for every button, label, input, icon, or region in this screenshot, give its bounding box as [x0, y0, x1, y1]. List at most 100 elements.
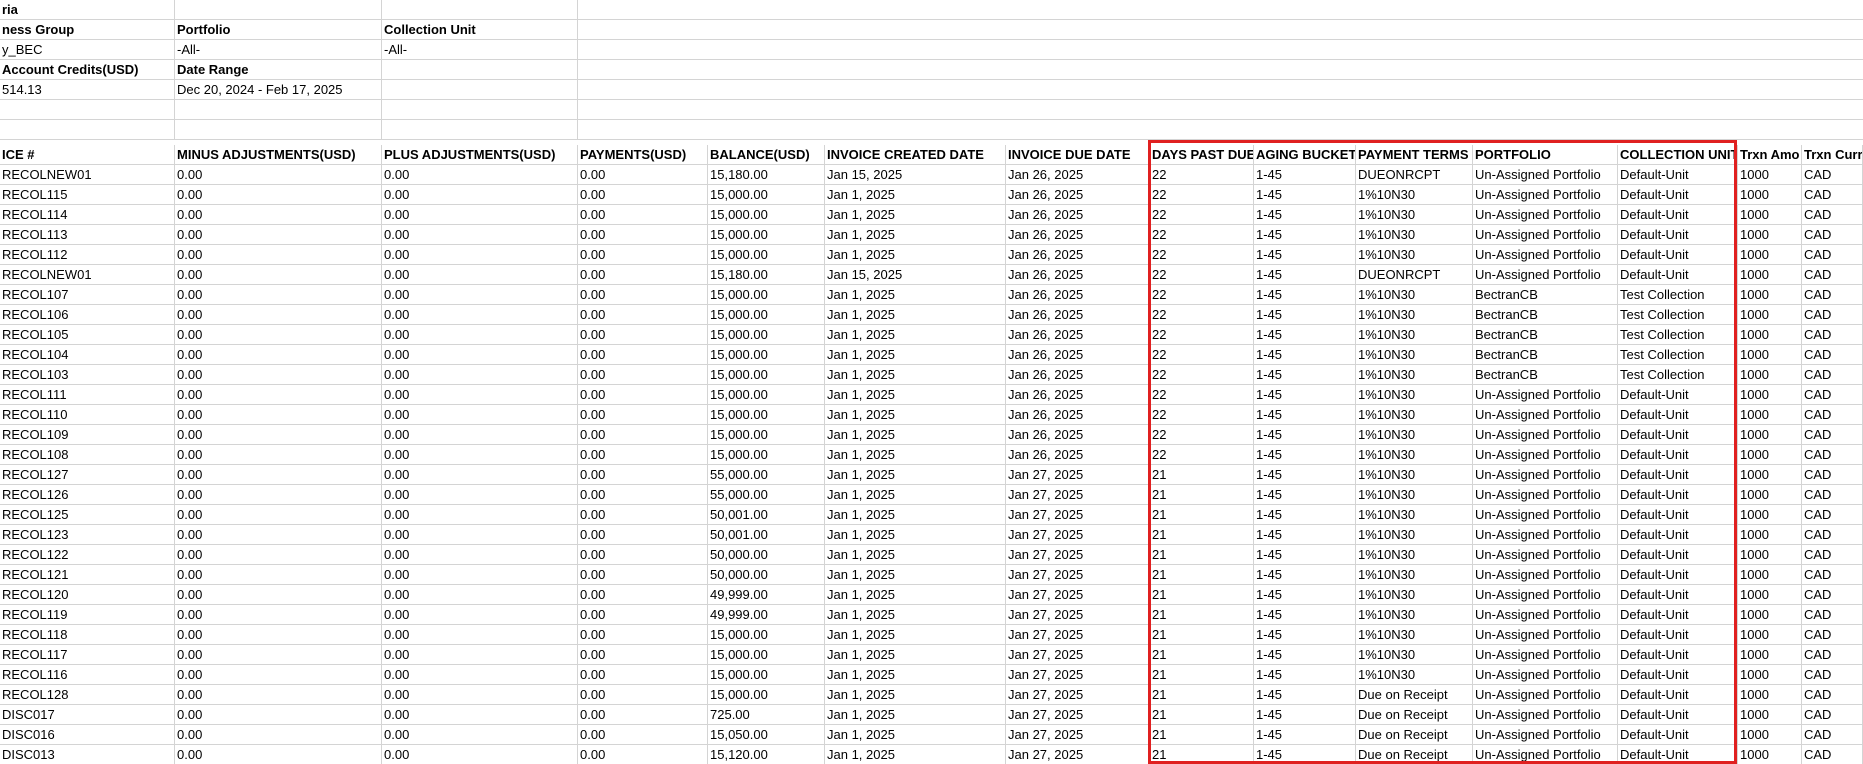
cell-collection-unit[interactable]: Default-Unit	[1618, 725, 1738, 744]
cell-invoice-due-date[interactable]: Jan 27, 2025	[1006, 485, 1150, 504]
cell-minus-adjustments[interactable]: 0.00	[175, 605, 382, 624]
cell-invoice-created-date[interactable]: Jan 1, 2025	[825, 585, 1006, 604]
cell-minus-adjustments[interactable]: 0.00	[175, 305, 382, 324]
cell-days-past-due[interactable]: 21	[1150, 585, 1254, 604]
cell-aging-bucket[interactable]: 1-45	[1254, 305, 1356, 324]
cell-trxn-amount[interactable]: 1000	[1738, 185, 1802, 204]
cell-trxn-amount[interactable]: 1000	[1738, 585, 1802, 604]
cell-plus-adjustments[interactable]: 0.00	[382, 445, 578, 464]
cell-minus-adjustments[interactable]: 0.00	[175, 265, 382, 284]
cell-invoice-number[interactable]: DISC016	[0, 725, 175, 744]
cell-days-past-due[interactable]: 21	[1150, 665, 1254, 684]
cell-invoice-number[interactable]: DISC017	[0, 705, 175, 724]
cell-days-past-due[interactable]: 21	[1150, 505, 1254, 524]
cell-portfolio[interactable]: Un-Assigned Portfolio	[1473, 485, 1618, 504]
cell-plus-adjustments[interactable]: 0.00	[382, 645, 578, 664]
cell-portfolio[interactable]: Un-Assigned Portfolio	[1473, 225, 1618, 244]
cell-invoice-created-date[interactable]: Jan 1, 2025	[825, 625, 1006, 644]
cell-trxn-amount[interactable]: 1000	[1738, 645, 1802, 664]
cell-portfolio[interactable]: Un-Assigned Portfolio	[1473, 265, 1618, 284]
cell-collection-unit[interactable]: Test Collection	[1618, 325, 1738, 344]
cell-minus-adjustments[interactable]: 0.00	[175, 505, 382, 524]
cell-collection-unit[interactable]: Default-Unit	[1618, 245, 1738, 264]
cell-collection-unit[interactable]: Default-Unit	[1618, 685, 1738, 704]
cell-trxn-amount[interactable]: 1000	[1738, 265, 1802, 284]
empty-cell[interactable]	[175, 120, 382, 139]
cell-aging-bucket[interactable]: 1-45	[1254, 745, 1356, 764]
cell-trxn-amount[interactable]: 1000	[1738, 465, 1802, 484]
cell-invoice-due-date[interactable]: Jan 26, 2025	[1006, 285, 1150, 304]
cell-portfolio[interactable]: Un-Assigned Portfolio	[1473, 165, 1618, 184]
cell-plus-adjustments[interactable]: 0.00	[382, 225, 578, 244]
cell-days-past-due[interactable]: 22	[1150, 385, 1254, 404]
cell-payments[interactable]: 0.00	[578, 645, 708, 664]
cell-invoice-number[interactable]: RECOL117	[0, 645, 175, 664]
cell-portfolio[interactable]: Un-Assigned Portfolio	[1473, 745, 1618, 764]
cell-trxn-amount[interactable]: 1000	[1738, 605, 1802, 624]
cell-payment-terms[interactable]: 1%10N30	[1356, 365, 1473, 384]
cell-days-past-due[interactable]: 22	[1150, 405, 1254, 424]
cell-invoice-number[interactable]: RECOLNEW01	[0, 165, 175, 184]
cell-payments[interactable]: 0.00	[578, 305, 708, 324]
cell-trxn-amount[interactable]: 1000	[1738, 625, 1802, 644]
cell-trxn-currency[interactable]: CAD	[1802, 345, 1863, 364]
cell-minus-adjustments[interactable]: 0.00	[175, 385, 382, 404]
empty-cell[interactable]	[578, 80, 1863, 99]
cell-invoice-due-date[interactable]: Jan 26, 2025	[1006, 225, 1150, 244]
cell-collection-unit[interactable]: Default-Unit	[1618, 525, 1738, 544]
cell-balance[interactable]: 55,000.00	[708, 465, 825, 484]
cell-trxn-amount[interactable]: 1000	[1738, 165, 1802, 184]
cell-aging-bucket[interactable]: 1-45	[1254, 245, 1356, 264]
cell-payments[interactable]: 0.00	[578, 385, 708, 404]
cell-days-past-due[interactable]: 22	[1150, 305, 1254, 324]
cell-plus-adjustments[interactable]: 0.00	[382, 545, 578, 564]
cell-plus-adjustments[interactable]: 0.00	[382, 425, 578, 444]
cell-invoice-number[interactable]: RECOL128	[0, 685, 175, 704]
cell-portfolio[interactable]: Un-Assigned Portfolio	[1473, 185, 1618, 204]
cell-aging-bucket[interactable]: 1-45	[1254, 325, 1356, 344]
cell-portfolio[interactable]: BectranCB	[1473, 365, 1618, 384]
cell-collection-unit[interactable]: Default-Unit	[1618, 605, 1738, 624]
empty-cell[interactable]	[382, 80, 578, 99]
cell-collection-unit[interactable]: Default-Unit	[1618, 205, 1738, 224]
cell-plus-adjustments[interactable]: 0.00	[382, 665, 578, 684]
cell-minus-adjustments[interactable]: 0.00	[175, 365, 382, 384]
cell-aging-bucket[interactable]: 1-45	[1254, 425, 1356, 444]
cell-balance[interactable]: 15,000.00	[708, 425, 825, 444]
cell-invoice-number[interactable]: RECOLNEW01	[0, 265, 175, 284]
cell-minus-adjustments[interactable]: 0.00	[175, 485, 382, 504]
cell-payments[interactable]: 0.00	[578, 325, 708, 344]
cell-plus-adjustments[interactable]: 0.00	[382, 245, 578, 264]
cell-trxn-currency[interactable]: CAD	[1802, 385, 1863, 404]
cell-invoice-due-date[interactable]: Jan 27, 2025	[1006, 585, 1150, 604]
cell-days-past-due[interactable]: 22	[1150, 325, 1254, 344]
cell-invoice-number[interactable]: RECOL116	[0, 665, 175, 684]
cell-minus-adjustments[interactable]: 0.00	[175, 225, 382, 244]
cell-minus-adjustments[interactable]: 0.00	[175, 545, 382, 564]
cell-days-past-due[interactable]: 21	[1150, 485, 1254, 504]
cell-payment-terms[interactable]: Due on Receipt	[1356, 725, 1473, 744]
cell-plus-adjustments[interactable]: 0.00	[382, 625, 578, 644]
cell-invoice-number[interactable]: DISC013	[0, 745, 175, 764]
cell-balance[interactable]: 15,000.00	[708, 625, 825, 644]
cell-payments[interactable]: 0.00	[578, 585, 708, 604]
cell-trxn-currency[interactable]: CAD	[1802, 365, 1863, 384]
cell-days-past-due[interactable]: 21	[1150, 545, 1254, 564]
cell-minus-adjustments[interactable]: 0.00	[175, 345, 382, 364]
cell-trxn-currency[interactable]: CAD	[1802, 745, 1863, 764]
cell-invoice-number[interactable]: RECOL113	[0, 225, 175, 244]
empty-cell[interactable]	[578, 100, 1863, 119]
cell-invoice-created-date[interactable]: Jan 1, 2025	[825, 325, 1006, 344]
cell-portfolio[interactable]: Un-Assigned Portfolio	[1473, 725, 1618, 744]
cell-minus-adjustments[interactable]: 0.00	[175, 585, 382, 604]
cell-plus-adjustments[interactable]: 0.00	[382, 185, 578, 204]
cell-portfolio[interactable]: Un-Assigned Portfolio	[1473, 205, 1618, 224]
cell-collection-unit[interactable]: Test Collection	[1618, 365, 1738, 384]
cell-collection-unit[interactable]: Default-Unit	[1618, 405, 1738, 424]
cell-collection-unit[interactable]: Default-Unit	[1618, 225, 1738, 244]
cell-balance[interactable]: 15,000.00	[708, 325, 825, 344]
filter-value-collection-unit[interactable]: -All-	[382, 40, 578, 59]
cell-invoice-number[interactable]: RECOL112	[0, 245, 175, 264]
column-header-invoice-created-date[interactable]: INVOICE CREATED DATE	[825, 145, 1006, 164]
cell-invoice-number[interactable]: RECOL104	[0, 345, 175, 364]
